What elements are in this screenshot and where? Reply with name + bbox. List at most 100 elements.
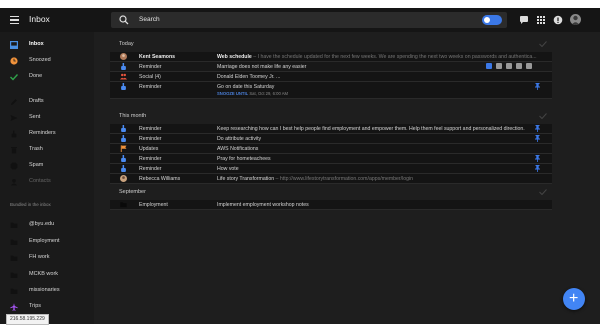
inbox-icon: [10, 41, 18, 49]
account-avatar[interactable]: [570, 14, 581, 25]
list-item[interactable]: Reminder Keep researching how can I best…: [110, 124, 552, 134]
clock-icon: [10, 57, 18, 65]
reminder-finger-icon: [11, 130, 17, 138]
sidebar-item-trash[interactable]: Trash: [0, 143, 94, 157]
sender: Reminder: [139, 63, 162, 70]
sidebar-item-reminders[interactable]: Reminders: [0, 127, 94, 141]
subject-line: Web schedule – I have the schedule updat…: [217, 54, 539, 60]
mark-all-done-icon[interactable]: [539, 113, 547, 119]
list-item[interactable]: Reminder Go on date this Saturday SNOOZE…: [110, 82, 552, 99]
list-item[interactable]: Updates AWS Notifications: [110, 144, 552, 154]
apps-grid-icon[interactable]: [536, 15, 546, 25]
mark-all-done-icon[interactable]: [539, 189, 547, 195]
pin-icon[interactable]: [535, 155, 540, 162]
snippet: – http://www.lifestorytransformation.com…: [274, 175, 414, 182]
mark-all-done-icon[interactable]: [539, 41, 547, 47]
sidebar-item-label: Sent: [29, 114, 41, 120]
sidebar-item-drafts[interactable]: Drafts: [0, 95, 94, 109]
sidebar-item-label: Employment: [29, 238, 60, 244]
sender: Rebecca Williams: [139, 175, 181, 182]
sidebar-bundle-missionaries[interactable]: missionaries: [0, 284, 94, 298]
top-bar: Inbox Search: [0, 8, 600, 32]
list-item[interactable]: Reminder Pray for hometeachees: [110, 154, 552, 164]
subject: Pray for hometeachees: [217, 155, 271, 162]
reminder-finger-icon: [121, 125, 126, 132]
sidebar-item-label: Trash: [29, 146, 43, 152]
sidebar-item-label: Trips: [29, 303, 42, 309]
sidebar-item-spam[interactable]: Spam: [0, 159, 94, 173]
sender: Kent Seamons: [139, 53, 176, 60]
folder-icon: [10, 222, 18, 228]
search-input[interactable]: Search: [139, 16, 160, 23]
reminder-finger-icon: [121, 135, 126, 142]
snooze-info: SNOOZE UNTIL Sat, Oct 29, 6:00 AM: [217, 91, 288, 96]
pin-icon[interactable]: [535, 165, 540, 172]
subject: AWS Notifications: [217, 145, 259, 152]
subject: Implement employment workshop notes: [217, 201, 309, 208]
snooze-action-icon[interactable]: [496, 62, 502, 69]
snippet: – I have the schedule updated for the ne…: [251, 53, 537, 60]
sidebar-bundle-trips[interactable]: Trips: [0, 300, 94, 314]
list-item[interactable]: Reminder Marriage does not make life any…: [110, 62, 552, 72]
reminder-finger-icon: [121, 83, 126, 90]
folder-icon: [10, 288, 18, 294]
sidebar-item-label: Done: [29, 73, 43, 79]
list-item[interactable]: Employment Implement employment workshop…: [110, 200, 552, 210]
notifications-icon[interactable]: [553, 15, 563, 25]
pin-icon[interactable]: [535, 135, 540, 142]
plus-icon: +: [569, 290, 579, 307]
folder-icon: [10, 255, 18, 261]
reminder-finger-icon: [121, 165, 126, 172]
subject: Do attribute activity: [217, 135, 262, 142]
sidebar-item-inbox[interactable]: Inbox: [0, 38, 94, 52]
chat-icon[interactable]: [519, 15, 529, 25]
status-ip: 216.58.195.229: [6, 314, 49, 325]
sidebar-item-snoozed[interactable]: Snoozed: [0, 54, 94, 68]
list-item[interactable]: Reminder How vote: [110, 164, 552, 174]
social-icon: [120, 73, 127, 80]
move-action-icon[interactable]: [506, 62, 512, 69]
search-icon[interactable]: [119, 15, 129, 25]
subject: How vote: [217, 165, 239, 172]
sender: Reminder: [139, 155, 162, 162]
compose-button[interactable]: +: [563, 288, 585, 310]
sender: Social (4): [139, 73, 161, 80]
list-item[interactable]: Kent Seamons Web schedule – I have the s…: [110, 52, 552, 62]
list-item[interactable]: Social (4) Donald Elden Toomey Jr. ...: [110, 72, 552, 82]
sidebar-item-sent[interactable]: Sent: [0, 111, 94, 125]
sidebar: Inbox Snoozed Done Drafts Sent Reminders…: [0, 32, 94, 324]
sender: Reminder: [139, 83, 162, 90]
reminder-finger-icon: [121, 155, 126, 162]
sender: Reminder: [139, 165, 162, 172]
pin-action-icon[interactable]: [486, 62, 492, 69]
subject: Web schedule: [217, 53, 252, 60]
menu-icon[interactable]: [10, 16, 19, 24]
plane-icon: [10, 303, 18, 311]
sidebar-item-contacts[interactable]: Contacts: [0, 175, 94, 189]
pin-icon[interactable]: [535, 125, 540, 132]
sidebar-bundle-employment[interactable]: Employment: [0, 235, 94, 249]
bundled-header: Bundled in the inbox: [10, 202, 51, 207]
snooze-tag: SNOOZE UNTIL: [217, 90, 249, 96]
search-bar[interactable]: Search: [111, 12, 507, 28]
sidebar-item-label: @byu.edu: [29, 221, 55, 227]
sidebar-item-label: Inbox: [29, 41, 44, 47]
sidebar-bundle-mckb-work[interactable]: MCKB work: [0, 268, 94, 282]
delete-action-icon[interactable]: [516, 62, 522, 69]
subject-line: Life story Transformation – http://www.l…: [217, 176, 539, 182]
sidebar-item-done[interactable]: Done: [0, 70, 94, 84]
sidebar-bundle-byu[interactable]: @byu.edu: [0, 218, 94, 232]
done-action-icon[interactable]: [526, 62, 532, 69]
sidebar-bundle-fh-work[interactable]: FH work: [0, 251, 94, 265]
sidebar-item-label: Reminders: [29, 130, 56, 136]
list-item[interactable]: Reminder Do attribute activity: [110, 134, 552, 144]
pin-icon[interactable]: [535, 83, 540, 90]
person-icon: [571, 15, 580, 25]
folder-icon: [10, 272, 18, 278]
pinned-toggle[interactable]: [482, 15, 502, 25]
check-icon: [10, 74, 18, 81]
contacts-icon: [10, 179, 18, 186]
list-item[interactable]: Rebecca Williams Life story Transformati…: [110, 174, 552, 184]
sender: Reminder: [139, 135, 162, 142]
reminder-finger-icon: [121, 63, 126, 70]
